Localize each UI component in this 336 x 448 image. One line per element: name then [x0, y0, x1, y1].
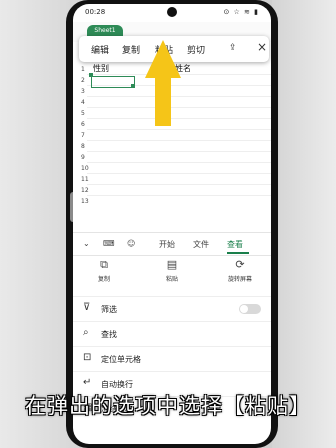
status-bar: 00:28 ⊙ ☆ ≋ ▮ [73, 4, 271, 22]
quick-paste-label: 粘贴 [165, 276, 178, 283]
paste-icon: ▤ [166, 258, 178, 271]
grid-line [87, 162, 271, 163]
pointer-arrow-icon [145, 40, 181, 126]
quick-copy-button[interactable]: ⧉ 复制 [81, 258, 127, 283]
row-number: 1 [81, 66, 85, 73]
filter-toggle[interactable] [239, 304, 261, 314]
quick-rotate-label: 旋转屏幕 [227, 276, 252, 283]
list-item-label: 自动换行 [101, 380, 133, 389]
row-number: 8 [81, 143, 85, 150]
rotate-icon: ⟳ [235, 258, 245, 271]
chevron-down-icon[interactable]: ⌄ [83, 239, 90, 248]
row-number: 3 [81, 88, 85, 95]
instruction-caption: 在弹出的选项中选择【粘贴】 [25, 394, 311, 418]
list-item-label: 查找 [101, 330, 117, 339]
quick-paste-button[interactable]: ▤ 粘贴 [149, 258, 195, 283]
row-number: 11 [81, 176, 89, 183]
grid-line [87, 129, 271, 130]
list-item-locate[interactable]: ⊡ 定位单元格 [73, 346, 271, 371]
share-icon[interactable]: ⇪ [229, 43, 237, 53]
bottom-toolbar: ⌄ ⌨ ☺ 开始 文件 查看 [73, 232, 271, 256]
emoji-icon[interactable]: ☺ [127, 239, 135, 248]
background-right [272, 0, 336, 448]
phone-screen: 00:28 ⊙ ☆ ≋ ▮ Sheet1 1 2 3 4 5 6 7 8 9 1… [73, 4, 271, 444]
cell-gender[interactable]: 性别 [93, 63, 109, 74]
filter-icon: ⊽ [83, 302, 91, 313]
row-number: 13 [81, 198, 89, 205]
row-number: 4 [81, 99, 85, 106]
row-number: 7 [81, 132, 85, 139]
row-number: 5 [81, 110, 85, 117]
quick-actions: ⧉ 复制 ▤ 粘贴 ⟳ 旋转屏幕 [73, 256, 271, 294]
search-icon: ⌕ [83, 327, 89, 338]
active-tab-indicator [227, 252, 249, 254]
quick-rotate-button[interactable]: ⟳ 旋转屏幕 [217, 258, 263, 283]
row-number: 9 [81, 154, 85, 161]
quick-copy-label: 复制 [97, 276, 110, 283]
status-time: 00:28 [85, 8, 106, 16]
toggle-knob [240, 305, 248, 313]
list-item-search[interactable]: ⌕ 查找 [73, 321, 271, 346]
list-item-label: 定位单元格 [101, 355, 141, 364]
row-number: 10 [81, 165, 89, 172]
grid-line [87, 140, 271, 141]
front-camera [167, 7, 177, 17]
grid-line [87, 173, 271, 174]
tab-start[interactable]: 开始 [159, 239, 175, 250]
close-icon[interactable]: × [257, 40, 267, 54]
menu-edit[interactable]: 编辑 [91, 43, 109, 56]
menu-copy[interactable]: 复制 [122, 43, 140, 56]
list-item-label: 筛选 [101, 305, 117, 314]
copy-icon: ⧉ [100, 258, 108, 271]
keyboard-icon[interactable]: ⌨ [103, 239, 115, 248]
cell-selection[interactable] [91, 76, 135, 88]
row-number: 6 [81, 121, 85, 128]
selection-handle[interactable] [89, 73, 93, 77]
tab-view[interactable]: 查看 [227, 239, 243, 250]
status-icons: ⊙ ☆ ≋ ▮ [223, 8, 259, 16]
wrap-icon: ↵ [83, 377, 92, 388]
row-number: 2 [81, 77, 85, 84]
selection-handle[interactable] [131, 84, 135, 88]
row-number: 12 [81, 187, 89, 194]
menu-cut[interactable]: 剪切 [187, 43, 205, 56]
list-item-filter[interactable]: ⊽ 筛选 [73, 296, 271, 321]
grid-line [87, 184, 271, 185]
grid-line [87, 195, 271, 196]
grid-line [87, 151, 271, 152]
tab-file[interactable]: 文件 [193, 239, 209, 250]
locate-icon: ⊡ [83, 352, 92, 363]
